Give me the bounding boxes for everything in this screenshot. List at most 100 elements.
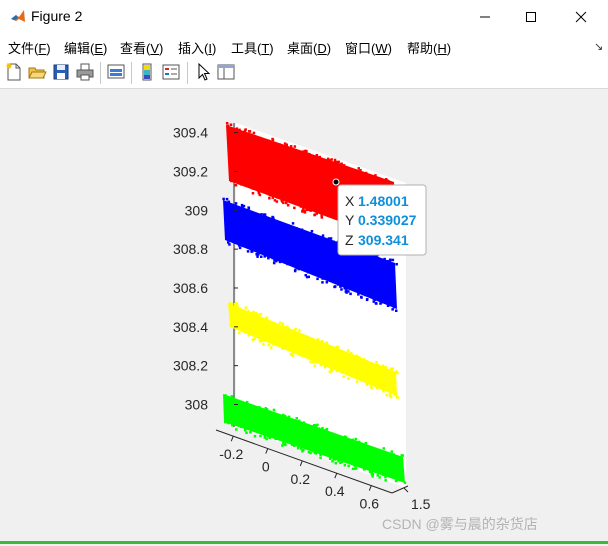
- menu-tools[interactable]: 工具(T): [231, 38, 274, 57]
- y-tick-label: 0: [262, 459, 270, 475]
- scatter-point: [393, 393, 396, 397]
- scatter-point: [251, 185, 255, 189]
- scatter-point: [241, 244, 245, 248]
- scatter-point: [291, 222, 295, 225]
- scatter-point: [257, 253, 260, 256]
- save-icon[interactable]: [51, 62, 71, 82]
- y-tick-mark: [230, 435, 234, 442]
- scatter-point: [393, 305, 396, 309]
- scatter-point: [259, 312, 263, 316]
- z-tick-label: 308.6: [173, 280, 208, 296]
- x-tick-label: 1.5: [411, 496, 431, 512]
- scatter-point: [320, 211, 323, 215]
- open-file-icon[interactable]: [27, 62, 47, 82]
- menu-file[interactable]: 文件(F): [8, 38, 51, 57]
- scatter-point: [251, 249, 254, 253]
- scatter-point: [322, 344, 326, 347]
- scatter-point: [310, 230, 314, 233]
- scatter-point: [325, 341, 328, 345]
- scatter-point: [375, 360, 378, 364]
- data-tip[interactable]: X 1.48001 Y 0.339027 Z 309.341: [332, 178, 427, 256]
- scatter-point: [234, 184, 238, 187]
- scatter-point: [334, 285, 337, 288]
- scatter-point: [235, 428, 238, 431]
- menu-edit[interactable]: 编辑(E): [64, 38, 107, 57]
- toolbar-separator: [100, 62, 101, 84]
- scatter-3d-plot[interactable]: 308 308.2 308.4 308.6 308.8 309 309.2 309.4 -0.…: [0, 89, 608, 541]
- scatter-point: [321, 277, 324, 280]
- menu-help[interactable]: 帮助(H): [407, 38, 451, 57]
- menu-window[interactable]: 窗口(W): [345, 38, 392, 57]
- scatter-point: [283, 142, 287, 145]
- scatter-point: [252, 310, 255, 314]
- scatter-point: [244, 426, 247, 430]
- scatter-point: [321, 341, 324, 345]
- scatter-point: [307, 152, 310, 156]
- data-tip-x-value: 1.48001: [358, 193, 409, 209]
- scatter-point: [376, 364, 379, 367]
- scatter-point: [328, 457, 332, 460]
- scatter-point: [244, 128, 247, 131]
- scatter-point: [364, 441, 367, 445]
- minimize-button[interactable]: [462, 0, 508, 34]
- scatter-point: [318, 155, 321, 159]
- print-icon[interactable]: [75, 62, 95, 82]
- y-tick-label: 0.4: [325, 483, 345, 499]
- scatter-point: [286, 419, 289, 422]
- pointer-icon[interactable]: [194, 62, 214, 82]
- scatter-point: [343, 464, 347, 467]
- maximize-button[interactable]: [508, 0, 554, 34]
- insert-colorbar-icon[interactable]: [137, 62, 157, 82]
- scatter-point: [339, 461, 342, 465]
- scatter-point: [394, 479, 398, 483]
- scatter-point: [382, 447, 385, 450]
- scatter-point: [313, 157, 316, 160]
- menu-desktop[interactable]: 桌面(D): [287, 38, 331, 57]
- scatter-point: [370, 447, 374, 450]
- menu-view[interactable]: 查看(V): [120, 38, 163, 57]
- y-tick-label: 0.6: [360, 496, 380, 512]
- link-plot-icon[interactable]: [106, 62, 126, 82]
- scatter-point: [370, 471, 374, 474]
- scatter-point: [245, 431, 248, 435]
- scatter-point: [384, 479, 387, 482]
- scatter-point: [272, 408, 276, 412]
- scatter-point: [339, 369, 343, 372]
- scatter-point: [381, 473, 385, 476]
- scatter-point: [395, 263, 398, 266]
- data-tip-y-value: 0.339027: [358, 212, 417, 228]
- scatter-point: [282, 201, 285, 205]
- scatter-point: [262, 213, 266, 216]
- data-tip-z-value: 309.341: [358, 232, 409, 248]
- menu-insert[interactable]: 插入(I): [178, 38, 216, 57]
- new-figure-icon[interactable]: [4, 62, 24, 82]
- close-button[interactable]: [558, 0, 604, 34]
- scatter-point: [335, 369, 339, 373]
- scatter-point: [316, 277, 319, 281]
- scatter-point: [278, 260, 282, 264]
- watermark-text: CSDN @雾与晨的杂货店: [382, 516, 538, 532]
- scatter-point: [263, 255, 266, 258]
- scatter-point: [249, 331, 252, 334]
- scatter-point: [238, 181, 241, 184]
- z-axis-ticks: 308 308.2 308.4 308.6 308.8 309 309.2 309.4: [173, 125, 238, 413]
- scatter-point: [270, 346, 273, 349]
- scatter-point: [251, 192, 255, 195]
- scatter-point: [371, 176, 374, 179]
- menu-overflow-arrow-icon[interactable]: ↘: [594, 40, 603, 53]
- maximize-icon: [526, 12, 536, 22]
- property-inspector-icon[interactable]: [216, 62, 236, 82]
- z-tick-label: 309.2: [173, 163, 208, 179]
- scatter-point: [322, 452, 325, 455]
- scatter-point: [321, 281, 324, 284]
- scatter-point: [381, 364, 384, 367]
- scatter-point: [295, 228, 298, 231]
- scatter-point: [273, 199, 277, 202]
- scatter-point: [250, 133, 253, 136]
- scatter-point: [237, 244, 241, 247]
- scatter-point: [269, 410, 272, 414]
- scatter-point: [309, 426, 313, 429]
- scatter-point: [370, 364, 373, 367]
- scatter-point: [265, 254, 269, 257]
- insert-legend-icon[interactable]: [161, 62, 181, 82]
